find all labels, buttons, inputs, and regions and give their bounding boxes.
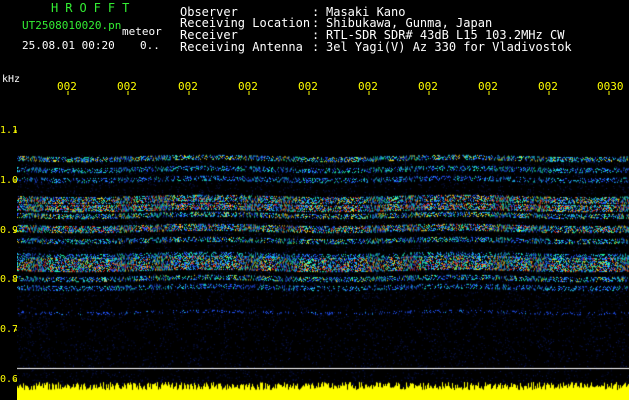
spectrogram <box>17 95 629 400</box>
